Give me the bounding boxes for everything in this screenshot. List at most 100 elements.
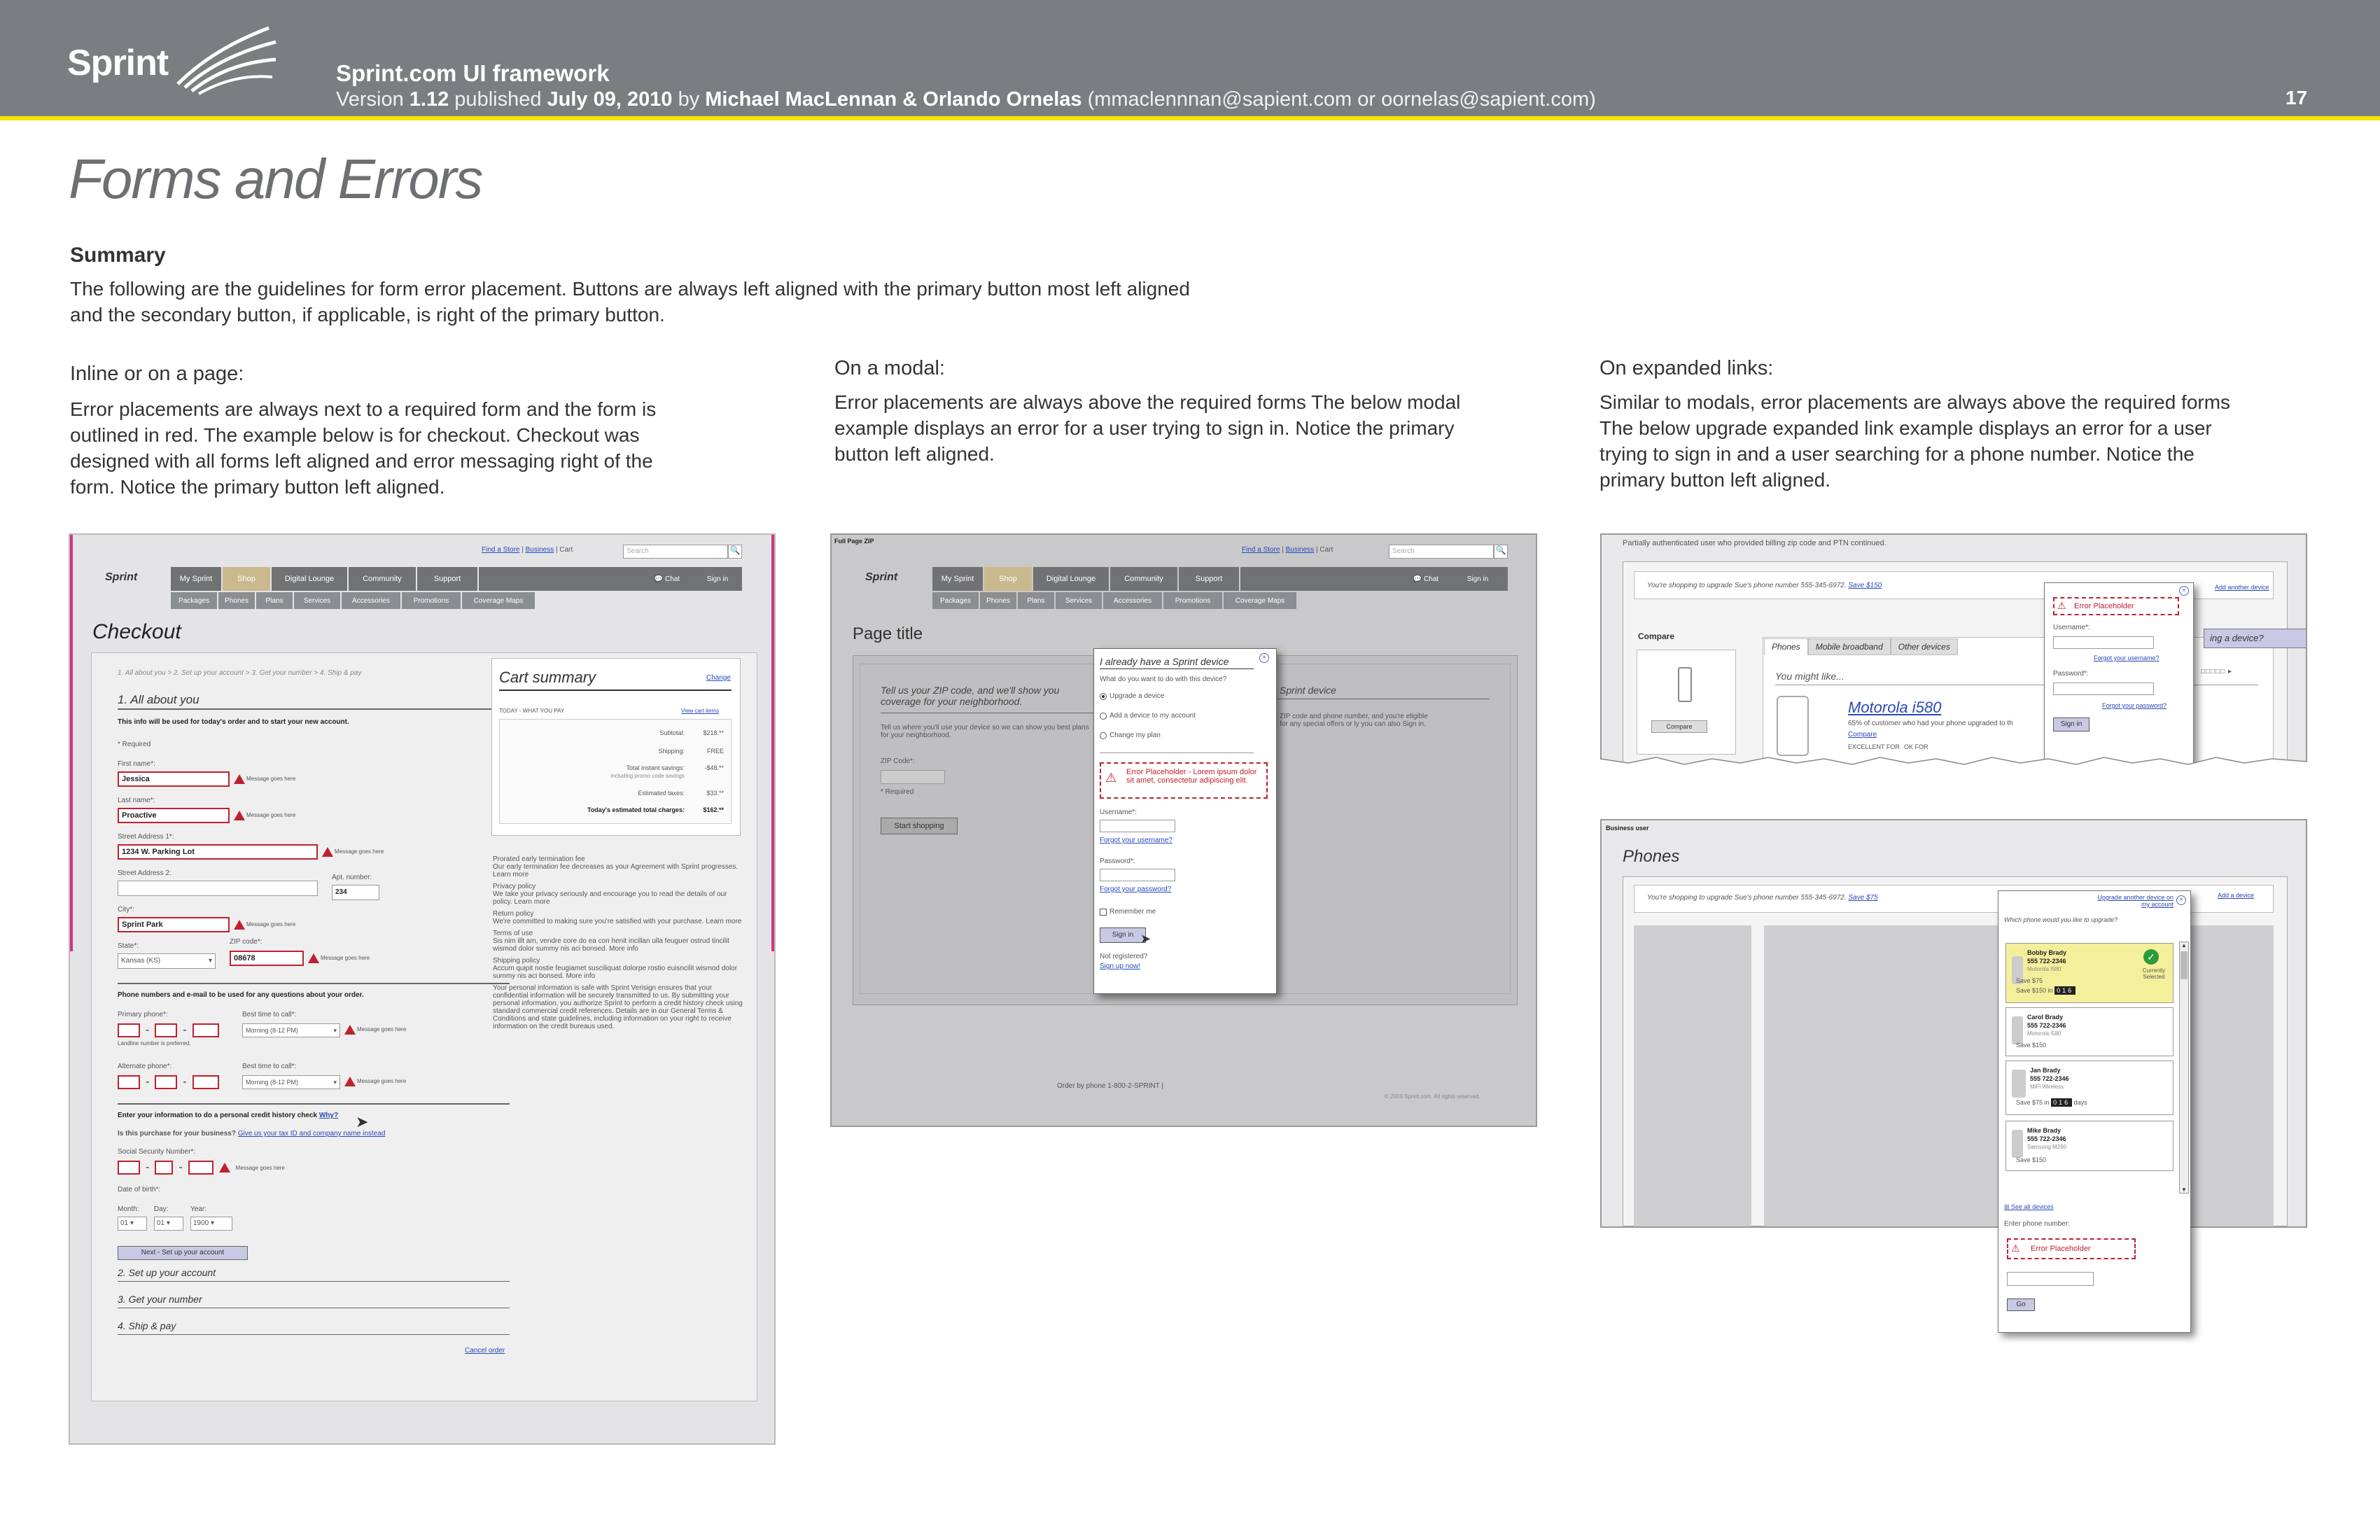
cart-link[interactable]: Cart: [559, 546, 573, 554]
next-button[interactable]: Next - Set up your account: [118, 1246, 248, 1260]
cart-link[interactable]: Cart: [1320, 546, 1333, 554]
save-link[interactable]: Save $150: [1848, 582, 1882, 589]
subnav-coverage-maps[interactable]: Coverage Maps: [1224, 592, 1296, 609]
subnav-plans[interactable]: Plans: [256, 592, 293, 609]
compare-button[interactable]: Compare: [1651, 720, 1707, 733]
nav-shop[interactable]: Shop: [984, 567, 1032, 591]
alt-phone-line-field[interactable]: [192, 1075, 219, 1089]
subnav-services[interactable]: Services: [294, 592, 340, 609]
upgrade-another-link[interactable]: Upgrade another device on my account: [2090, 894, 2174, 908]
see-all-devices-link[interactable]: ⊞ See all devices: [2004, 1203, 2054, 1211]
cancel-order-link[interactable]: Cancel order: [465, 1347, 505, 1354]
close-icon[interactable]: ×: [2176, 895, 2186, 905]
subnav-promotions[interactable]: Promotions: [1163, 592, 1222, 609]
business-link[interactable]: Give us your tax ID and company name ins…: [238, 1130, 386, 1138]
device-card[interactable]: Jan Brady 555 722-2346 MiFi Wireless Sav…: [2005, 1060, 2174, 1115]
nav-my-sprint[interactable]: My Sprint: [171, 567, 221, 591]
alt-best-time-select[interactable]: Morning (8-12 PM) ▾: [242, 1075, 340, 1089]
scroll-down-icon[interactable]: ▼: [2180, 1186, 2188, 1193]
city-field[interactable]: Sprint Park: [118, 917, 230, 932]
option-change-plan[interactable]: Change my plan: [1100, 732, 1161, 739]
forgot-password-link[interactable]: Forgot your password?: [1100, 886, 1171, 893]
street2-field[interactable]: [118, 881, 318, 896]
chat-button[interactable]: 💬 Chat: [1401, 571, 1450, 587]
tab-phones[interactable]: Phones: [1764, 638, 1808, 655]
password-field[interactable]: [1100, 869, 1175, 881]
nav-shop[interactable]: Shop: [223, 567, 270, 591]
state-select[interactable]: Kansas (KS) ▾: [118, 953, 216, 969]
phone-number-field[interactable]: [2007, 1272, 2094, 1286]
start-shopping-button[interactable]: Start shopping: [881, 818, 958, 834]
zip-field[interactable]: 08678: [230, 951, 304, 966]
subnav-plans[interactable]: Plans: [1018, 592, 1054, 609]
subnav-accessories[interactable]: Accessories: [1103, 592, 1162, 609]
go-button[interactable]: Go: [2007, 1298, 2035, 1311]
device-card[interactable]: Carol Brady 555 722-2346 Motorola i580 S…: [2005, 1007, 2174, 1056]
pagination-icon[interactable]: □□□□□ ▸: [2201, 668, 2232, 676]
close-icon[interactable]: ×: [2179, 586, 2189, 596]
month-select[interactable]: 01 ▾: [118, 1217, 147, 1231]
best-time-select[interactable]: Morning (8-12 PM) ▾: [242, 1023, 340, 1037]
finding-device-button[interactable]: ing a device?: [2204, 629, 2306, 648]
save-link[interactable]: Save $75: [1848, 894, 1877, 902]
business-link[interactable]: Business: [1286, 546, 1315, 554]
option-add-device[interactable]: Add a device to my account: [1100, 712, 1196, 720]
password-field[interactable]: [2053, 682, 2154, 695]
ssn-part2-field[interactable]: [155, 1161, 174, 1175]
sign-in-button[interactable]: Sign in: [697, 571, 738, 587]
forgot-username-link[interactable]: Forgot your username?: [1100, 836, 1172, 844]
nav-support[interactable]: Support: [1179, 567, 1239, 591]
username-field[interactable]: [2053, 636, 2154, 649]
sign-in-button[interactable]: Sign in: [2053, 718, 2090, 732]
alt-phone-prefix-field[interactable]: [155, 1075, 178, 1089]
forgot-password-link[interactable]: Forgot your password?: [2102, 702, 2166, 709]
zip-field[interactable]: [881, 770, 945, 784]
subnav-phones[interactable]: Phones: [218, 592, 255, 609]
subnav-phones[interactable]: Phones: [980, 592, 1016, 609]
nav-community[interactable]: Community: [349, 567, 416, 591]
scrollbar[interactable]: ▲ ▼: [2179, 941, 2189, 1194]
view-cart-link[interactable]: View cart items: [681, 708, 719, 714]
username-field[interactable]: [1100, 820, 1175, 832]
sign-in-button[interactable]: Sign in: [1457, 571, 1498, 587]
phone-line-field[interactable]: [192, 1023, 219, 1037]
nav-community[interactable]: Community: [1110, 567, 1177, 591]
apt-field[interactable]: 234: [332, 885, 379, 900]
search-input[interactable]: Search: [623, 545, 728, 559]
close-icon[interactable]: ×: [1259, 653, 1269, 663]
cart-change-link[interactable]: Change: [706, 674, 731, 682]
alt-phone-area-field[interactable]: [118, 1075, 140, 1089]
last-name-field[interactable]: Proactive: [118, 808, 230, 823]
street1-field[interactable]: 1234 W. Parking Lot: [118, 844, 318, 860]
option-upgrade[interactable]: Upgrade a device: [1100, 692, 1164, 700]
business-link[interactable]: Business: [526, 546, 554, 554]
remember-me[interactable]: Remember me: [1100, 908, 1156, 916]
subnav-packages[interactable]: Packages: [171, 592, 217, 609]
search-input[interactable]: Search: [1389, 545, 1494, 559]
subnav-services[interactable]: Services: [1056, 592, 1102, 609]
phone-name-link[interactable]: Motorola i580: [1848, 699, 1941, 717]
subnav-packages[interactable]: Packages: [932, 592, 979, 609]
device-card[interactable]: Mike Brady 555 722-2346 Samsung M260 Sav…: [2005, 1121, 2174, 1171]
tab-mobile-broadband[interactable]: Mobile broadband: [1807, 638, 1891, 655]
first-name-field[interactable]: Jessica: [118, 771, 230, 787]
scroll-up-icon[interactable]: ▲: [2180, 942, 2188, 948]
ssn-part1-field[interactable]: [118, 1161, 140, 1175]
forgot-username-link[interactable]: Forgot your username?: [2094, 654, 2160, 662]
subnav-coverage-maps[interactable]: Coverage Maps: [462, 592, 535, 609]
find-store-link[interactable]: Find a Store: [1242, 546, 1280, 554]
nav-my-sprint[interactable]: My Sprint: [932, 567, 983, 591]
compare-link[interactable]: Compare: [1848, 731, 1877, 738]
sign-up-link[interactable]: Sign up now!: [1100, 962, 1140, 970]
device-card-selected[interactable]: Bobby Brady 555 722-2346 Motorola i580 S…: [2005, 943, 2174, 1003]
tab-other-devices[interactable]: Other devices: [1890, 638, 1958, 655]
subnav-promotions[interactable]: Promotions: [402, 592, 461, 609]
chat-button[interactable]: 💬 Chat: [643, 571, 692, 587]
nav-support[interactable]: Support: [417, 567, 477, 591]
find-store-link[interactable]: Find a Store: [482, 546, 519, 554]
subnav-accessories[interactable]: Accessories: [342, 592, 400, 609]
year-select[interactable]: 1900 ▾: [190, 1217, 232, 1231]
day-select[interactable]: 01 ▾: [154, 1217, 183, 1231]
scroll-thumb[interactable]: [2180, 951, 2188, 979]
phone-prefix-field[interactable]: [155, 1023, 178, 1037]
